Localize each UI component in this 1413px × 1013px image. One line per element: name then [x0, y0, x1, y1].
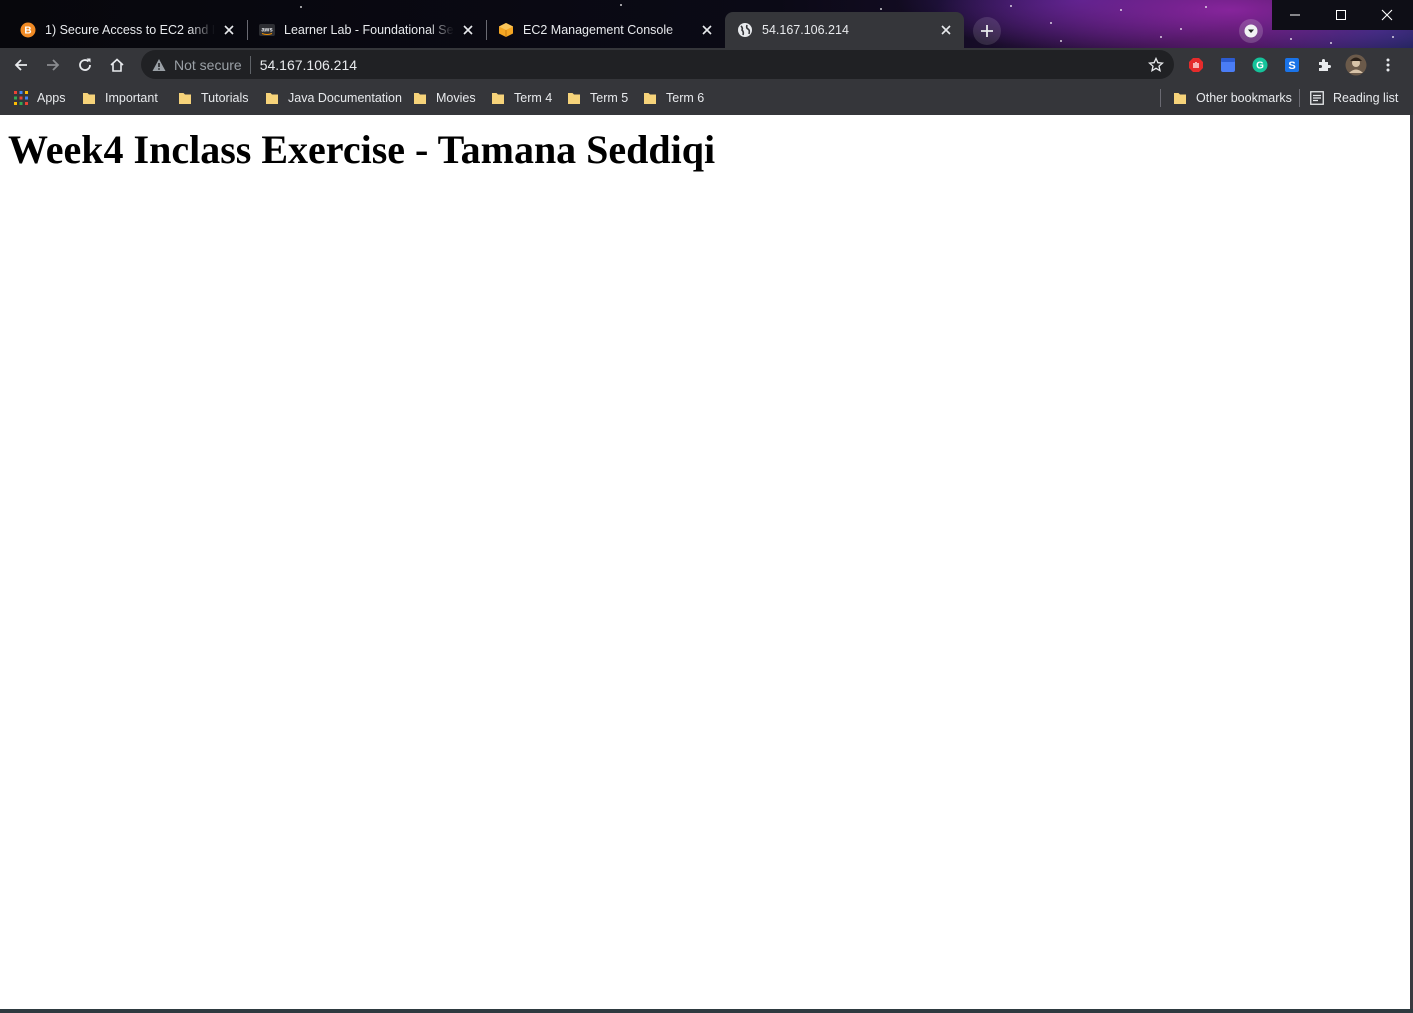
bookmark-folder-movies[interactable]: Movies [413, 88, 476, 108]
chevron-down-icon [1244, 24, 1258, 38]
folder-icon [178, 91, 192, 105]
bookmark-folder-java-documentation[interactable]: Java Documentation [265, 88, 402, 108]
folder-icon [82, 91, 96, 105]
bookmark-folder-term-4[interactable]: Term 4 [491, 88, 552, 108]
blue-extension-icon[interactable] [1219, 56, 1237, 74]
bookmark-label: Apps [37, 91, 66, 105]
reading-list-icon [1310, 91, 1324, 105]
ec2-box-icon [498, 22, 514, 38]
maximize-icon [1336, 10, 1346, 20]
bookmark-folder-important[interactable]: Important [82, 88, 158, 108]
tab-active-ip[interactable]: 54.167.106.214 [725, 12, 964, 48]
folder-icon [567, 91, 581, 105]
tab-title: Learner Lab - Foundational Servic [284, 23, 454, 37]
close-window-button[interactable] [1364, 0, 1410, 30]
aws-icon: aws [259, 22, 275, 38]
bookmark-folder-other[interactable]: Other bookmarks [1173, 88, 1292, 108]
navigation-toolbar: Not secure 54.167.106.214 G S [0, 48, 1413, 81]
window-bottom-edge [0, 1009, 1413, 1013]
bookmark-label: Term 4 [514, 91, 553, 105]
tab-search-button[interactable] [1239, 19, 1263, 43]
tab-ec2-console[interactable]: EC2 Management Console [486, 12, 725, 48]
brightspace-icon: B [20, 22, 36, 38]
bookmark-label: Important [105, 91, 158, 105]
bookmark-label: Other bookmarks [1196, 91, 1292, 105]
back-arrow-icon [14, 59, 27, 71]
warning-icon[interactable] [151, 57, 167, 73]
minimize-icon [1290, 14, 1300, 16]
new-tab-button[interactable] [973, 17, 1001, 45]
folder-icon [491, 91, 505, 105]
close-tab-icon[interactable] [460, 22, 476, 38]
tab-secure-access[interactable]: B 1) Secure Access to EC2 and Insta [8, 12, 247, 48]
svg-text:G: G [1256, 61, 1264, 72]
bookmark-label: Java Documentation [288, 91, 402, 105]
bookmark-folder-tutorials[interactable]: Tutorials [178, 88, 248, 108]
bookmarks-separator [1299, 89, 1300, 107]
page-heading: Week4 Inclass Exercise - Tamana Seddiqi [8, 127, 716, 172]
svg-text:B: B [24, 26, 31, 37]
profile-avatar[interactable] [1345, 54, 1367, 76]
close-tab-icon[interactable] [699, 22, 715, 38]
page-viewport: Week4 Inclass Exercise - Tamana Seddiqi [0, 115, 1410, 1009]
grammarly-icon[interactable]: G [1251, 56, 1269, 74]
bookmark-label: Term 6 [666, 91, 705, 105]
close-tab-icon[interactable] [221, 22, 237, 38]
tab-title: EC2 Management Console [523, 23, 674, 37]
svg-text:S: S [1288, 60, 1295, 72]
globe-icon [737, 22, 753, 38]
plus-icon [981, 25, 993, 37]
back-button[interactable] [7, 51, 35, 79]
bookmark-folder-term-6[interactable]: Term 6 [643, 88, 704, 108]
tab-title: 54.167.106.214 [762, 23, 849, 37]
forward-button[interactable] [39, 51, 67, 79]
tab-title: 1) Secure Access to EC2 and Insta [45, 23, 215, 37]
bookmarks-separator [1160, 89, 1161, 107]
bookmark-label: Tutorials [201, 91, 249, 105]
folder-icon [643, 91, 657, 105]
bookmarks-bar: Apps Important Tutorials Java Documentat… [0, 81, 1413, 115]
bookmark-label: Reading list [1333, 91, 1399, 105]
bookmark-label: Movies [436, 91, 476, 105]
folder-icon [265, 91, 279, 105]
home-button[interactable] [103, 51, 131, 79]
bookmark-star-icon[interactable] [1146, 55, 1166, 75]
folder-icon [1173, 91, 1187, 105]
bookmark-label: Term 5 [590, 91, 629, 105]
close-icon [1381, 9, 1393, 21]
forward-arrow-icon [47, 59, 60, 71]
url-text[interactable]: 54.167.106.214 [260, 57, 357, 73]
security-label[interactable]: Not secure [174, 57, 242, 73]
more-menu-icon[interactable] [1379, 56, 1397, 74]
title-bar: B 1) Secure Access to EC2 and Insta aws … [0, 0, 1413, 48]
home-icon [110, 58, 124, 72]
s-extension-icon[interactable]: S [1283, 56, 1301, 74]
adblock-extension-icon[interactable] [1187, 56, 1205, 74]
extensions-puzzle-icon[interactable] [1315, 56, 1333, 74]
close-tab-icon[interactable] [938, 22, 954, 38]
omnibox-divider [249, 55, 251, 74]
tab-learner-lab[interactable]: aws Learner Lab - Foundational Servic [247, 12, 486, 48]
maximize-button[interactable] [1318, 0, 1364, 30]
reload-button[interactable] [71, 51, 99, 79]
svg-text:aws: aws [261, 28, 273, 34]
bookmark-folder-term-5[interactable]: Term 5 [567, 88, 628, 108]
folder-icon [413, 91, 427, 105]
bookmark-apps[interactable]: Apps [14, 88, 66, 108]
reading-list-button[interactable]: Reading list [1310, 88, 1398, 108]
address-bar[interactable]: Not secure 54.167.106.214 [141, 50, 1174, 79]
minimize-button[interactable] [1272, 0, 1318, 30]
apps-grid-icon [14, 91, 28, 105]
reload-icon [79, 58, 91, 71]
